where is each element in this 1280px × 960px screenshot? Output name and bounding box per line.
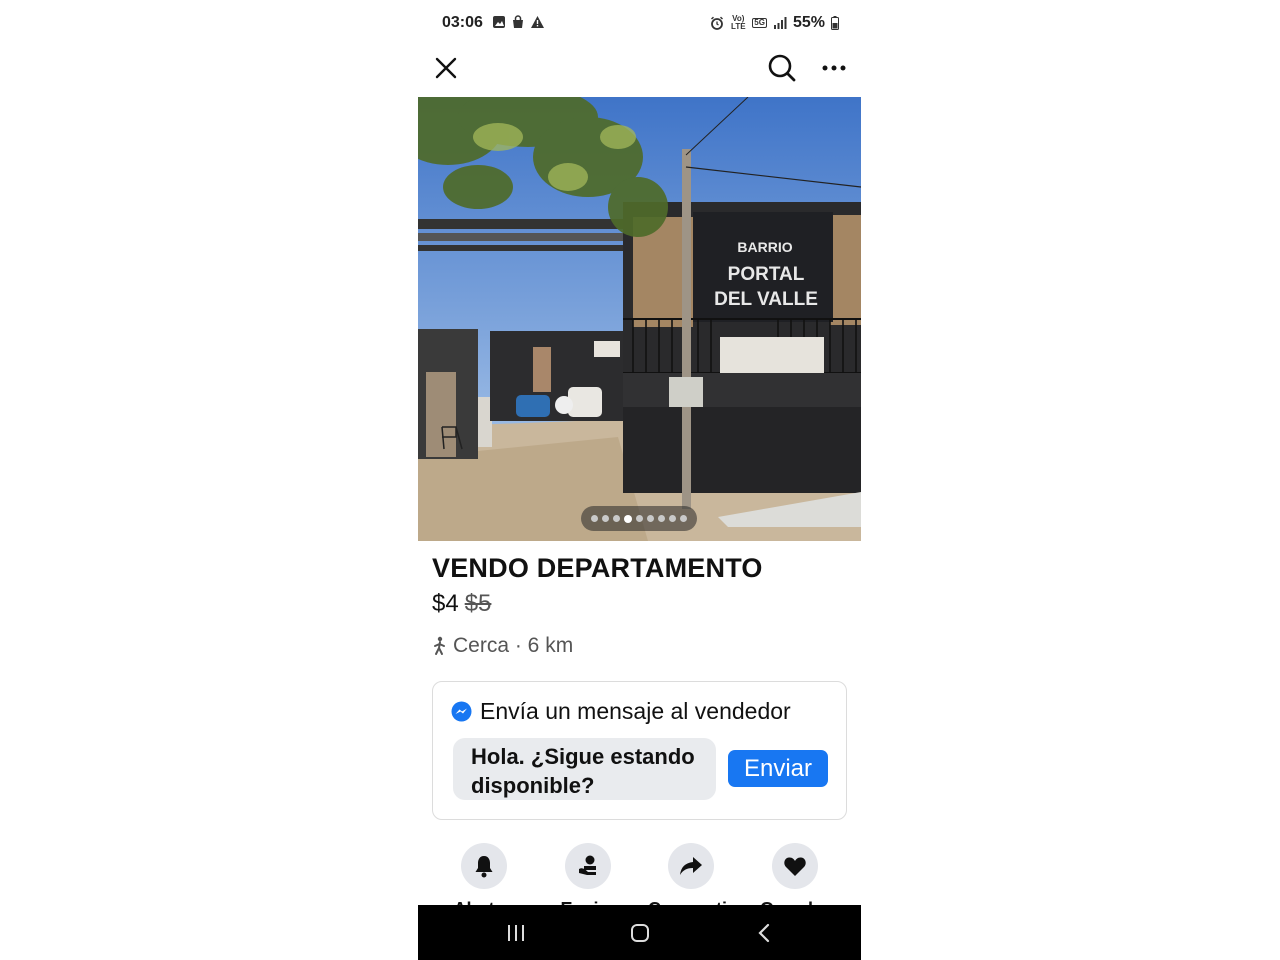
phone-screen: 03:06 Vo) LTE 5G 55% BARRIO PORTAL DEL V…	[418, 0, 861, 960]
top-bar	[418, 46, 861, 98]
bell-icon	[475, 856, 493, 878]
sign-text-line3: DEL VALLE	[714, 289, 818, 310]
photo-dot[interactable]	[602, 515, 609, 522]
more-dots-icon	[822, 65, 846, 71]
walking-icon	[434, 636, 445, 655]
old-price: $5	[464, 590, 492, 617]
sign-text-line1: BARRIO	[737, 239, 792, 255]
photo-dot[interactable]	[669, 515, 676, 522]
messenger-icon	[451, 701, 472, 722]
photo-dot[interactable]	[636, 515, 643, 522]
status-bar: 03:06 Vo) LTE 5G 55%	[418, 0, 861, 46]
photo-dot[interactable]	[647, 515, 654, 522]
gallery-icon	[493, 16, 505, 28]
search-button[interactable]	[764, 50, 800, 86]
back-icon	[758, 923, 770, 943]
home-icon	[631, 924, 649, 942]
message-input[interactable]: Hola. ¿Sigue estando disponible?	[453, 738, 716, 800]
share-icon	[680, 857, 702, 875]
photo-dot[interactable]	[624, 514, 632, 523]
battery-icon	[831, 16, 839, 30]
message-header: Envía un mensaje al vendedor	[451, 698, 791, 725]
action-buttons: Alertas Enviar Compartir Guardar	[418, 843, 861, 919]
photo-indicator[interactable]	[581, 506, 697, 531]
shopping-bag-icon	[513, 15, 523, 28]
send-button[interactable]: Enviar	[728, 750, 828, 787]
photo-dot[interactable]	[680, 515, 687, 522]
message-header-text: Envía un mensaje al vendedor	[480, 698, 791, 724]
home-button[interactable]	[620, 917, 660, 949]
volte-indicator: Vo) LTE	[731, 14, 746, 31]
search-icon	[768, 54, 796, 82]
sign-text-line2: PORTAL	[728, 264, 805, 285]
recent-apps-icon	[508, 925, 524, 941]
photo-dot[interactable]	[591, 515, 598, 522]
signal-icon	[773, 17, 787, 29]
current-price: $4	[432, 590, 459, 617]
recent-apps-button[interactable]	[496, 917, 536, 949]
warning-icon	[531, 16, 544, 28]
listing-distance: Cerca · 6 km	[432, 634, 573, 658]
status-time: 03:06	[442, 14, 483, 31]
message-seller-card: Envía un mensaje al vendedor Hola. ¿Sigu…	[432, 681, 847, 820]
system-nav-bar	[418, 905, 861, 960]
send-offer-icon	[579, 855, 596, 875]
close-icon	[435, 57, 457, 79]
battery-percent: 55%	[792, 14, 825, 31]
heart-icon	[784, 857, 806, 876]
listing-photo[interactable]: BARRIO PORTAL DEL VALLE	[418, 97, 861, 541]
network-type: 5G	[752, 18, 767, 28]
system-icons: Vo) LTE 5G 55%	[710, 14, 839, 32]
listing-title: VENDO DEPARTAMENTO	[432, 553, 763, 583]
photo-dot[interactable]	[613, 515, 620, 522]
listing-price: $4 $5	[432, 590, 491, 618]
listing-photo-illustration: BARRIO PORTAL DEL VALLE	[418, 97, 861, 541]
more-options-button[interactable]	[818, 52, 850, 84]
notification-icons	[492, 15, 545, 29]
close-button[interactable]	[430, 52, 462, 84]
photo-dot[interactable]	[658, 515, 665, 522]
alarm-icon	[711, 16, 724, 30]
back-button[interactable]	[744, 917, 784, 949]
distance-text: Cerca · 6 km	[453, 634, 574, 657]
